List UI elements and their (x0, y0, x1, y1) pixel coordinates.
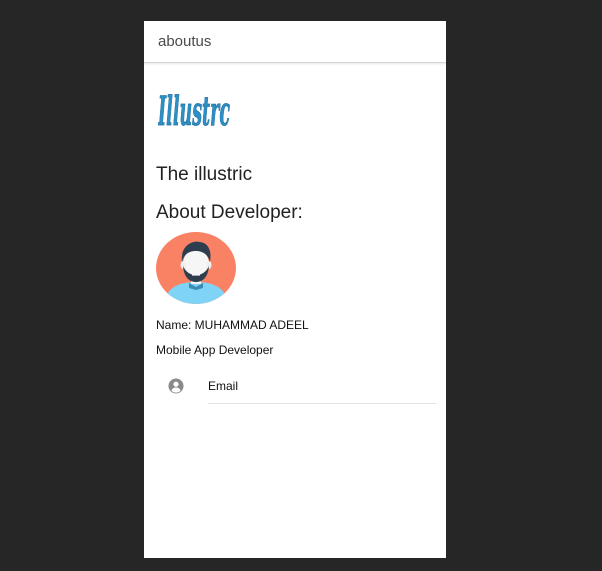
developer-avatar (156, 232, 236, 304)
person-circle-icon (168, 378, 184, 394)
logo-text: Illustrc (158, 88, 230, 135)
page-title: aboutus (158, 33, 212, 50)
phone-screen: aboutus Illustrc The illustric About Dev… (144, 21, 446, 558)
list-item-email[interactable]: Email (144, 369, 446, 405)
developer-role: Mobile App Developer (156, 343, 274, 357)
about-developer-heading: About Developer: (156, 202, 303, 223)
toolbar: aboutus (144, 21, 446, 63)
developer-name: Name: MUHAMMAD ADEEL (156, 318, 309, 332)
app-name: The illustric (156, 164, 253, 185)
email-label: Email (208, 379, 239, 393)
divider (208, 403, 436, 404)
app-logo: Illustrc (158, 81, 232, 137)
